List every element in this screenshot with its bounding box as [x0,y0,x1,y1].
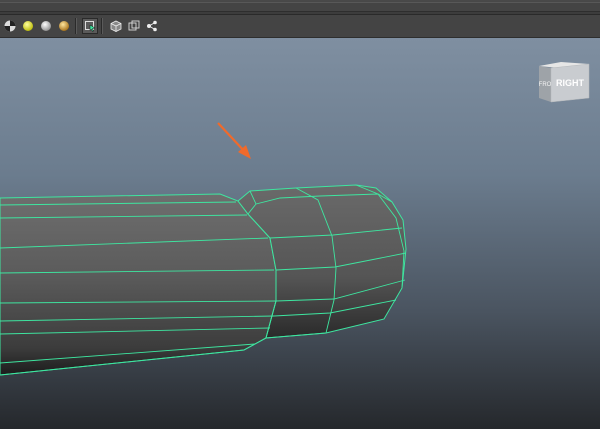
view-cube-front-label[interactable]: FRO [539,82,552,88]
view-cube-right-label[interactable]: RIGHT [556,78,585,88]
cylinder-body [0,193,277,376]
node-share-icon[interactable] [144,18,160,34]
panel-header-strip [0,0,600,15]
checker-render-icon[interactable] [2,18,18,34]
toolbar-separator [101,18,103,34]
ambient-light-icon[interactable] [20,18,36,34]
lighting-all-icon[interactable] [56,18,72,34]
maya-viewport-window: FRO RIGHT [0,0,600,429]
panel-header-field [0,2,600,12]
xray-select-icon[interactable] [82,18,98,34]
view-cube[interactable]: FRO RIGHT [535,58,591,106]
toolbar-separator [75,18,77,34]
annotation-arrow [217,122,251,159]
wireframe-on-shaded-icon[interactable] [126,18,142,34]
scene-canvas [0,122,407,376]
cylinder-mesh[interactable] [0,184,407,376]
isolate-select-icon[interactable] [108,18,124,34]
3d-viewport[interactable]: FRO RIGHT [0,38,600,429]
viewport-toolbar [0,15,600,38]
default-light-icon[interactable] [38,18,54,34]
